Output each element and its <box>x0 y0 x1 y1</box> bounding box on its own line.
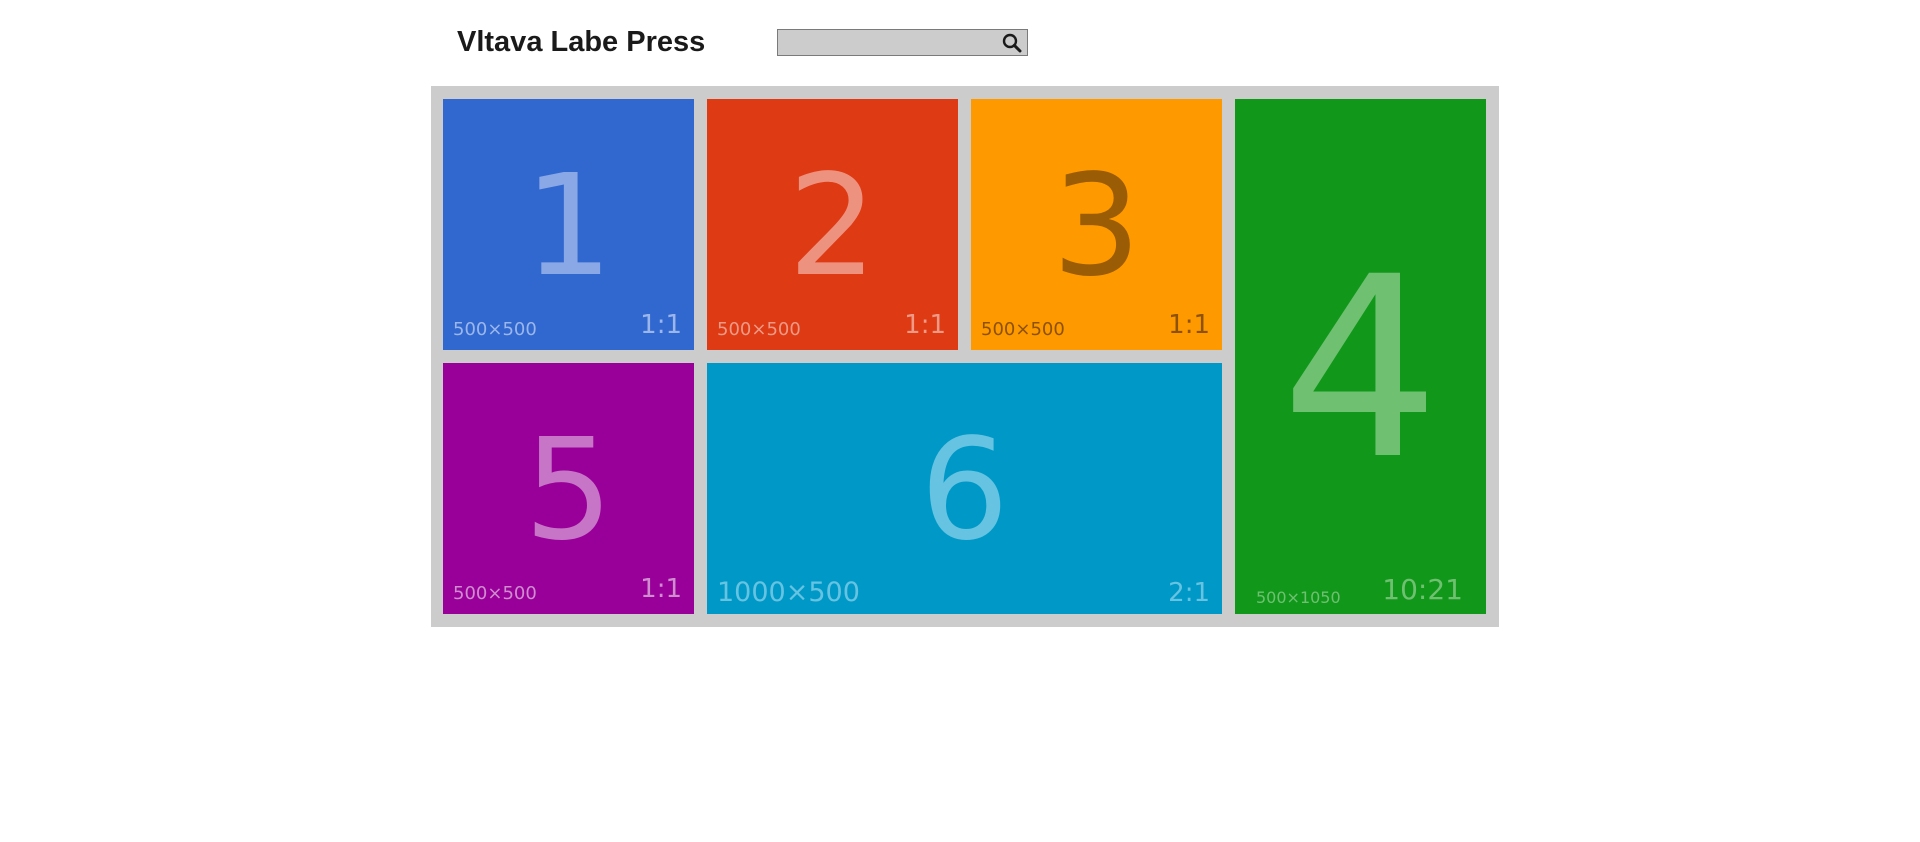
search-input[interactable] <box>778 30 998 55</box>
tile-4[interactable]: 4 500×1050 10:21 <box>1235 99 1486 614</box>
tile-dimensions: 1000×500 <box>717 577 860 608</box>
tile-ratio: 1:1 <box>640 574 682 604</box>
search-box <box>777 29 1028 56</box>
tile-6[interactable]: 6 1000×500 2:1 <box>707 363 1222 614</box>
site-title: Vltava Labe Press <box>457 25 706 58</box>
search-button[interactable] <box>1001 32 1023 54</box>
tile-ratio: 1:1 <box>640 310 682 340</box>
tile-3[interactable]: 3 500×500 1:1 <box>971 99 1222 350</box>
tile-grid: 1 500×500 1:1 2 500×500 1:1 3 500×500 1:… <box>431 86 1499 627</box>
tile-number: 3 <box>1051 145 1142 308</box>
tile-1[interactable]: 1 500×500 1:1 <box>443 99 694 350</box>
tile-5[interactable]: 5 500×500 1:1 <box>443 363 694 614</box>
tile-dimensions: 500×500 <box>981 319 1065 340</box>
tile-number: 1 <box>523 145 614 308</box>
tile-dimensions: 500×500 <box>453 583 537 604</box>
tile-dimensions: 500×1050 <box>1256 588 1341 607</box>
site-header: Vltava Labe Press <box>457 22 705 62</box>
tile-number: 6 <box>919 409 1010 572</box>
tile-number: 2 <box>787 145 878 308</box>
tile-ratio: 1:1 <box>1168 310 1210 340</box>
tile-number: 5 <box>523 409 614 572</box>
tile-number: 4 <box>1280 223 1441 514</box>
tile-ratio: 2:1 <box>1168 578 1210 608</box>
tile-dimensions: 500×500 <box>717 319 801 340</box>
search-icon <box>1002 33 1022 53</box>
tile-ratio: 10:21 <box>1382 573 1463 606</box>
tile-2[interactable]: 2 500×500 1:1 <box>707 99 958 350</box>
tile-ratio: 1:1 <box>904 310 946 340</box>
tile-dimensions: 500×500 <box>453 319 537 340</box>
